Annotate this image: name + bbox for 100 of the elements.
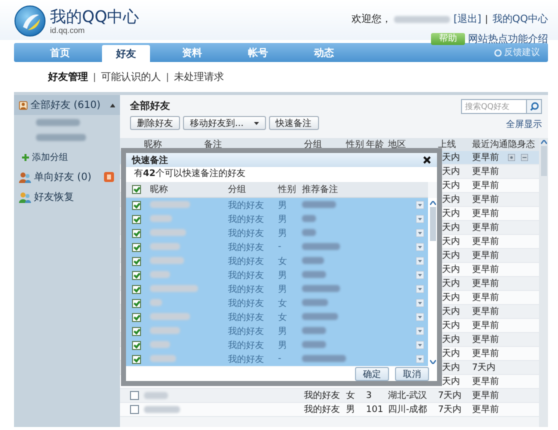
table-cell-text: 我的好友 [228,256,265,268]
table-cell-text: 男 [278,214,288,226]
toolbar-button[interactable]: 快速备注 [268,116,319,130]
table-cell-text: 天内 [441,278,461,290]
fullscreen-link[interactable]: 全屏显示 [506,118,542,131]
table-row[interactable]: 我的好友 女 3 湖北-武汉 7天内 更早前 [120,389,539,403]
table-cell-text: 天内 [441,250,461,262]
dropdown-icon[interactable] [416,215,424,223]
logout-link[interactable]: [退出] [453,12,482,26]
dropdown-icon[interactable] [416,201,424,209]
friend-group-item[interactable]: 全部好友 (610) [14,95,120,115]
checkbox[interactable] [132,326,141,336]
table-cell-text: 男 [278,340,288,352]
dropdown-icon[interactable] [416,243,424,251]
checkbox[interactable] [132,228,141,238]
checkbox[interactable] [132,270,141,280]
dropdown-icon[interactable] [416,271,424,279]
blurred-name [150,327,180,334]
checkbox[interactable] [132,214,141,224]
scroll-thumb[interactable] [540,146,546,176]
scroll-up-icon[interactable] [430,201,436,205]
blurred-remark [302,243,340,250]
table-cell-text: 我的好友 [304,404,341,416]
dropdown-icon[interactable] [416,327,424,335]
subnav-link[interactable]: 好友管理 [48,70,88,84]
table-cell-text: 我的好友 [228,340,265,352]
column-header: 推荐备注 [302,184,339,196]
table-cell-text: 更早前 [472,376,500,388]
table-cell-text: 天内 [441,362,461,374]
select-all-checkbox[interactable] [132,185,141,194]
my-center-link[interactable]: 我的QQ中心 [492,12,548,26]
scroll-thumb[interactable] [430,207,436,241]
blurred-remark [302,215,316,222]
table-cell-text: 7天内 [472,362,497,374]
checkbox[interactable] [132,340,141,350]
close-icon[interactable] [423,156,431,164]
one-way-friends-item[interactable]: 单向好友 (0) [14,167,120,187]
table-cell-text: 101 [366,404,384,414]
dropdown-icon[interactable] [416,229,424,237]
add-group-link[interactable]: 添加分组 [32,150,68,164]
blurred-remark [302,229,316,236]
table-cell-text: 女 [346,390,356,402]
table-cell-text: 天内 [441,376,461,388]
dialog-button[interactable]: 确定 [355,367,389,381]
checkbox[interactable] [130,391,139,400]
blurred-remark [302,201,336,208]
dialog-button[interactable]: 取消 [395,367,429,381]
blurred-remark [302,257,324,264]
table-cell-text: 男 [278,284,288,296]
checkbox[interactable] [132,256,141,266]
table-cell-text: 天内 [441,166,461,178]
table-cell-text: 天内 [441,334,461,346]
blurred-name [150,271,170,278]
toolbar-button[interactable]: 删除好友 [130,116,180,130]
search-field[interactable]: 搜索QQ好友 [461,99,527,114]
dialog-title: 快速备注 [132,154,168,166]
scrollbar[interactable] [428,198,437,367]
table-cell-text: 更早前 [472,152,500,164]
subnav-link[interactable]: 未处理请求 [174,70,224,84]
table-cell-text: 3 [366,390,373,400]
column-header: 年龄 [366,138,385,151]
table-row[interactable]: 我的好友 男 101 四川-成都 7天内 更早前 [120,403,539,417]
subnav-link[interactable]: 可能认识的人 [101,70,161,84]
dropdown-icon[interactable] [416,285,424,293]
table-cell-text: - [278,242,282,252]
table-cell-text: 我的好友 [228,200,265,212]
checkbox[interactable] [132,284,141,294]
checkbox[interactable] [132,200,141,210]
table-cell-text: 天内 [441,264,461,276]
table-cell-text: 男 [278,326,288,338]
dropdown-icon[interactable] [416,341,424,349]
dropdown-icon[interactable] [416,313,424,321]
column-header: 分组 [228,184,247,196]
dropdown-icon[interactable] [416,257,424,265]
checkbox[interactable] [132,242,141,252]
site-domain: id.qq.com [50,26,86,34]
checkbox[interactable] [132,312,141,322]
blurred-remark [302,355,346,362]
nav-tab[interactable]: 好友 [102,45,150,62]
hide-icon[interactable] [521,154,528,161]
scroll-up-icon[interactable] [540,140,546,144]
table-cell-text: 更早前 [472,278,500,290]
feature-intro-link[interactable]: 网站热点功能介绍 [468,32,548,46]
restore-friends-item[interactable]: 好友恢复 [14,187,120,207]
eye-icon[interactable] [508,154,515,161]
checkbox[interactable] [132,298,141,308]
table-cell-text: 天内 [441,208,461,220]
checkbox[interactable] [130,405,139,414]
dropdown-icon[interactable] [416,299,424,307]
table-cell-text: 我的好友 [228,312,265,324]
scroll-down-icon[interactable] [430,360,436,364]
checkbox[interactable] [132,354,141,364]
blurred-name [150,243,180,250]
move-to-dropdown[interactable]: 移动好友到... [183,116,266,130]
dropdown-icon[interactable] [416,355,424,363]
blurred-name [150,257,184,264]
table-cell-text: 更早前 [472,320,500,332]
table-cell-text: 我的好友 [228,298,265,310]
search-button[interactable] [527,99,542,114]
scrollbar[interactable] [539,138,548,427]
